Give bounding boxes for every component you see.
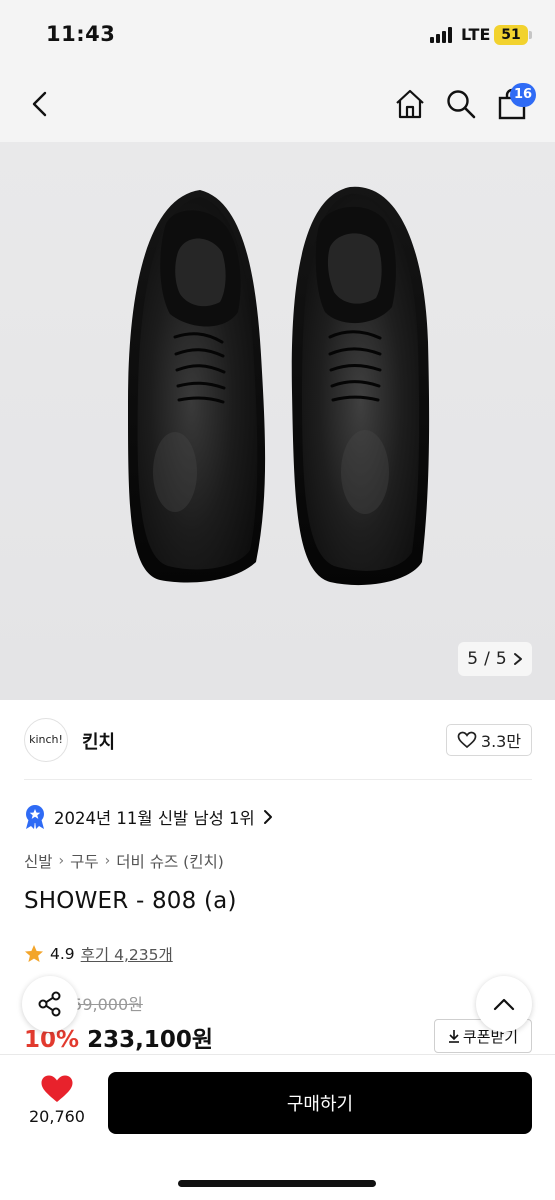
page-total: 5 (495, 649, 507, 669)
review-link[interactable]: 후기 4,235개 (81, 943, 173, 965)
chevron-right-icon: › (104, 853, 111, 869)
heart-filled-icon (41, 1075, 73, 1102)
breadcrumb: 신발 › 구두 › 더비 슈즈 (킨치) (24, 850, 224, 872)
brand-like-count: 3.3만 (480, 732, 522, 751)
home-button[interactable] (392, 86, 428, 122)
ranking-text: 2024년 11월 신발 남성 1위 (54, 809, 255, 828)
rating-row: 4.9 후기 4,235개 (24, 943, 173, 965)
breadcrumb-item-dress-shoes[interactable]: 구두 (70, 850, 99, 872)
page-current: 5 (467, 649, 479, 669)
scroll-top-button[interactable] (476, 976, 532, 1032)
home-icon (396, 89, 424, 119)
search-icon (447, 90, 476, 119)
signal-icon (430, 27, 456, 43)
download-icon (448, 1030, 459, 1043)
brand-logo[interactable]: kinch! (24, 718, 68, 762)
chevron-right-icon (513, 653, 522, 665)
shoes-image (128, 186, 430, 586)
sale-price: 233,100원 (87, 1027, 213, 1053)
chevron-right-icon: › (58, 853, 65, 869)
star-icon (25, 945, 43, 962)
product-image[interactable] (0, 142, 555, 700)
back-button[interactable] (22, 86, 58, 122)
brand-like-button[interactable]: 3.3만 (446, 724, 532, 756)
battery-icon: 51 (494, 25, 528, 45)
breadcrumb-item-derby[interactable]: 더비 슈즈 (킨치) (116, 850, 224, 872)
buy-button[interactable]: 구매하기 (108, 1072, 532, 1134)
breadcrumb-item-shoes[interactable]: 신발 (24, 850, 53, 872)
search-button[interactable] (443, 86, 479, 122)
home-indicator (178, 1180, 376, 1187)
product-title: SHOWER - 808 (a) (24, 888, 237, 914)
wishlist-button[interactable] (40, 1074, 74, 1108)
network-label: LTE (461, 25, 491, 44)
wishlist-count: 20,760 (29, 1107, 85, 1126)
heart-outline-icon (457, 731, 477, 749)
cart-count-badge: 16 (510, 83, 536, 107)
chevron-left-icon (32, 91, 47, 117)
page-separator: / (484, 649, 490, 669)
battery-cap (529, 31, 532, 39)
share-icon (38, 991, 61, 1017)
status-bar: 11:43 LTE 51 (0, 0, 555, 70)
ranking-link[interactable]: 2024년 11월 신발 남성 1위 (24, 803, 273, 831)
divider (24, 779, 532, 780)
rating-score: 4.9 (50, 945, 75, 963)
status-time: 11:43 (46, 22, 116, 46)
share-button[interactable] (22, 976, 78, 1032)
ranking-badge-icon (26, 805, 44, 829)
image-page-indicator[interactable]: 5 / 5 (458, 642, 532, 676)
chevron-up-icon (493, 998, 515, 1011)
chevron-right-icon (263, 810, 272, 824)
buy-label: 구매하기 (286, 1094, 354, 1115)
brand-name[interactable]: 킨치 (82, 728, 115, 754)
